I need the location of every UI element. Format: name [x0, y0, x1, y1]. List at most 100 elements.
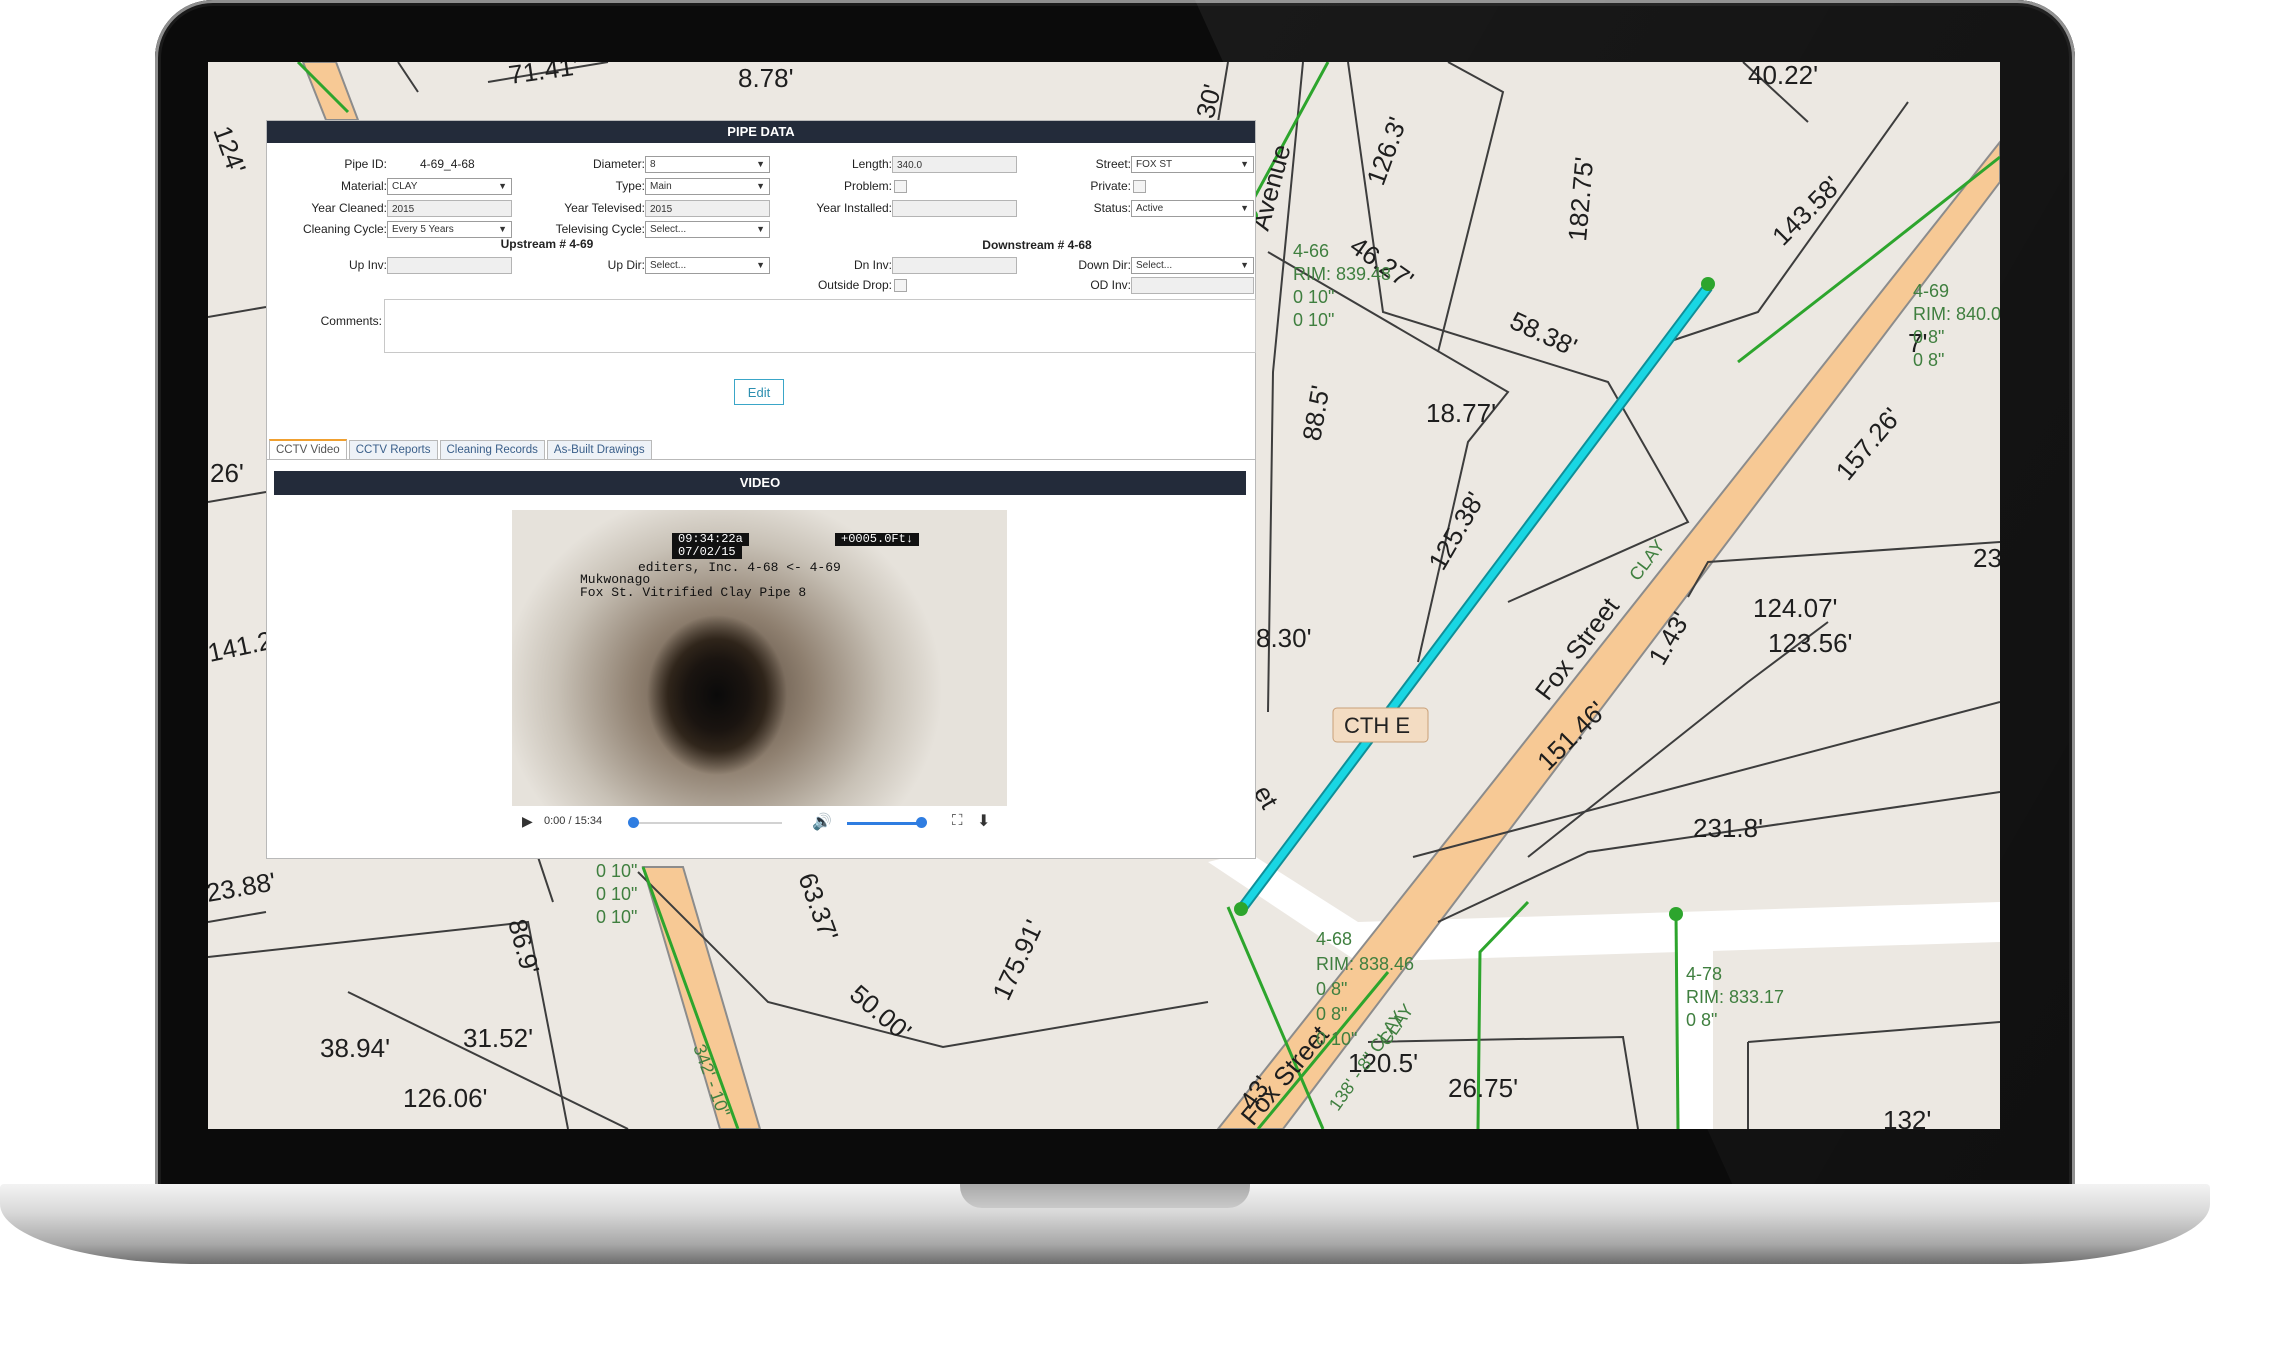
road-badge: CTH E	[1344, 713, 1410, 738]
up-inv-field[interactable]	[387, 257, 512, 274]
year-televised-label: Year Televised:	[564, 201, 645, 215]
od-inv-label: OD Inv:	[1090, 278, 1131, 292]
street-select[interactable]: FOX ST ▼	[1131, 156, 1254, 173]
pipe-size-label: 0 10"	[596, 861, 637, 881]
private-label: Private:	[1090, 179, 1131, 193]
cleaning-cycle-select[interactable]: Every 5 Years ▼	[387, 221, 512, 238]
map-label: 8.30'	[1256, 623, 1312, 653]
manhole-4-68[interactable]	[1234, 902, 1248, 916]
progress-track[interactable]	[632, 822, 782, 824]
manhole-line: 0 8"	[1913, 327, 1944, 347]
manhole-4-69[interactable]	[1701, 277, 1715, 291]
diameter-label: Diameter:	[592, 157, 645, 171]
manhole-rim: RIM: 833.17	[1686, 987, 1784, 1007]
upstream-heading: Upstream # 4-69	[500, 237, 594, 251]
od-inv-field[interactable]	[1131, 277, 1254, 294]
map-label: 26.75'	[1448, 1073, 1518, 1103]
down-dir-label: Down Dir:	[1078, 258, 1131, 272]
comments-label: Comments:	[320, 314, 382, 328]
fullscreen-icon[interactable]: ⛶	[952, 812, 963, 829]
length-label: Length:	[851, 157, 892, 171]
material-value: CLAY	[392, 181, 418, 192]
material-select[interactable]: CLAY ▼	[387, 178, 512, 195]
chevron-down-icon: ▼	[756, 224, 765, 234]
status-label: Status:	[1093, 201, 1131, 215]
screen: CTH E 71.41' 8.78' 40.22' 124' 126.3' 18…	[208, 62, 2000, 1129]
down-dir-value: Select...	[1136, 260, 1173, 271]
map-label: 18.77'	[1426, 398, 1496, 428]
panel-title: PIPE DATA	[267, 121, 1255, 143]
length-field[interactable]: 340.0	[892, 156, 1017, 173]
volume-icon[interactable]: 🔊	[812, 812, 832, 832]
video-overlay-line3: Fox St. Vitrified Clay Pipe 8	[580, 585, 807, 600]
status-select[interactable]: Active ▼	[1131, 200, 1254, 217]
tab-as-built-drawings[interactable]: As-Built Drawings	[546, 440, 652, 459]
chevron-down-icon: ▼	[756, 181, 765, 191]
map-label: 132'	[1883, 1105, 1931, 1129]
pipe-size-label: 0 10"	[596, 884, 637, 904]
manhole-line: 0 10"	[1316, 1029, 1357, 1049]
play-icon[interactable]: ▶	[522, 813, 533, 830]
manhole-4-78[interactable]	[1669, 907, 1683, 921]
manhole-id: 4-66	[1293, 241, 1329, 261]
televising-cycle-select[interactable]: Select... ▼	[645, 221, 770, 238]
up-dir-select[interactable]: Select... ▼	[645, 257, 770, 274]
year-installed-field[interactable]	[892, 200, 1017, 217]
chevron-down-icon: ▼	[756, 260, 765, 270]
diameter-select[interactable]: 8 ▼	[645, 156, 770, 173]
progress-handle[interactable]	[628, 817, 639, 828]
type-select[interactable]: Main ▼	[645, 178, 770, 195]
manhole-line: 0 10"	[1293, 310, 1334, 330]
manhole-line: 0 8"	[1316, 979, 1347, 999]
edit-button[interactable]: Edit	[734, 379, 784, 405]
dn-inv-field[interactable]	[892, 257, 1017, 274]
status-value: Active	[1136, 203, 1164, 214]
private-checkbox[interactable]	[1133, 180, 1146, 193]
video-time: 0:00 / 15:34	[544, 815, 603, 827]
year-installed-label: Year Installed:	[816, 201, 892, 215]
manhole-line: 0 10"	[1293, 287, 1334, 307]
video-controls: ▶ 0:00 / 15:34 🔊 ⛶ ⬇	[512, 809, 1007, 837]
map-label: 26'	[210, 458, 244, 488]
tab-cctv-reports[interactable]: CCTV Reports	[348, 440, 438, 459]
up-dir-label: Up Dir:	[607, 258, 645, 272]
download-icon[interactable]: ⬇	[977, 811, 990, 831]
map-label: 31.52'	[463, 1023, 533, 1053]
chevron-down-icon: ▼	[1240, 260, 1249, 270]
tab-cleaning-records[interactable]: Cleaning Records	[439, 440, 545, 459]
map-label: 23	[1973, 543, 2000, 573]
manhole-rim: RIM: 838.46	[1316, 954, 1414, 974]
map-label: 124.07'	[1753, 593, 1838, 623]
year-cleaned-field[interactable]: 2015	[387, 200, 512, 217]
pipe-data-panel: PIPE DATA Pipe ID: 4-69_4-68 Material: C…	[266, 120, 1256, 859]
year-televised-field[interactable]: 2015	[645, 200, 770, 217]
tab-bar: CCTV Video CCTV Reports Cleaning Records As…	[269, 439, 654, 459]
street-value: FOX ST	[1136, 159, 1173, 170]
volume-handle[interactable]	[916, 817, 927, 828]
cleaning-cycle-value: Every 5 Years	[392, 224, 454, 235]
comments-textarea[interactable]	[384, 299, 1256, 353]
tab-divider	[267, 459, 1255, 460]
problem-checkbox[interactable]	[894, 180, 907, 193]
street-label: Street:	[1095, 157, 1131, 171]
map-label: 40.22'	[1748, 62, 1818, 90]
chevron-down-icon: ▼	[498, 224, 507, 234]
manhole-line: 0 8"	[1316, 1004, 1347, 1024]
manhole-line: 0 8"	[1686, 1010, 1717, 1030]
outside-drop-checkbox[interactable]	[894, 279, 907, 292]
tab-cctv-video[interactable]: CCTV Video	[269, 439, 347, 459]
cctv-video-player[interactable]: 09:34:22a 07/02/15 +0005.0Ft↓ editers, I…	[512, 510, 1007, 806]
video-overlay-line1: editers, Inc. 4-68 <- 4-69	[638, 560, 841, 575]
map-label: 8.78'	[738, 63, 794, 93]
material-label: Material:	[340, 179, 387, 193]
video-overlay-distance: +0005.0Ft↓	[835, 533, 920, 546]
map-label: 126.06'	[403, 1083, 488, 1113]
manhole-id: 4-78	[1686, 964, 1722, 984]
pipe-id-value: 4-69_4-68	[420, 157, 475, 171]
manhole-rim: RIM: 839.48	[1293, 264, 1391, 284]
problem-label: Problem:	[843, 179, 892, 193]
volume-track[interactable]	[847, 822, 922, 825]
pipe-id-label: Pipe ID:	[344, 157, 387, 171]
diameter-value: 8	[650, 159, 656, 170]
down-dir-select[interactable]: Select... ▼	[1131, 257, 1254, 274]
